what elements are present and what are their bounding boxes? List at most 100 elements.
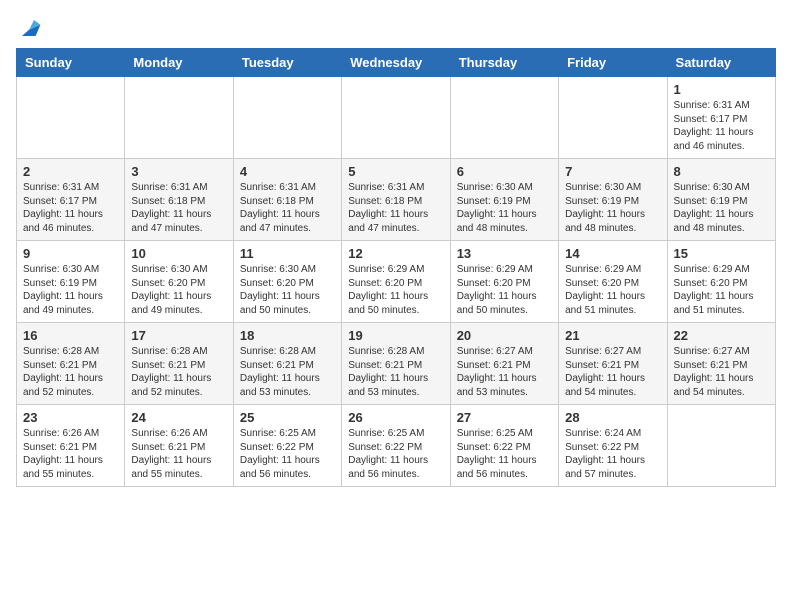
- calendar-cell: 19 Sunrise: 6:28 AM Sunset: 6:21 PM Dayli…: [342, 323, 450, 405]
- calendar-cell: [450, 77, 558, 159]
- day-number: 14: [565, 246, 660, 261]
- week-row-5: 23 Sunrise: 6:26 AM Sunset: 6:21 PM Dayli…: [17, 405, 776, 487]
- day-info: Sunrise: 6:30 AM Sunset: 6:19 PM Dayligh…: [674, 181, 769, 235]
- calendar-cell: 7 Sunrise: 6:30 AM Sunset: 6:19 PM Daylig…: [559, 159, 667, 241]
- day-info: Sunrise: 6:31 AM Sunset: 6:18 PM Dayligh…: [348, 181, 443, 235]
- calendar-cell: 24 Sunrise: 6:26 AM Sunset: 6:21 PM Dayli…: [125, 405, 233, 487]
- day-number: 25: [240, 410, 335, 425]
- day-info: Sunrise: 6:28 AM Sunset: 6:21 PM Dayligh…: [348, 345, 443, 399]
- calendar-cell: 11 Sunrise: 6:30 AM Sunset: 6:20 PM Dayli…: [233, 241, 341, 323]
- day-info: Sunrise: 6:31 AM Sunset: 6:18 PM Dayligh…: [131, 181, 226, 235]
- calendar-cell: [125, 77, 233, 159]
- day-number: 7: [565, 164, 660, 179]
- day-number: 21: [565, 328, 660, 343]
- day-info: Sunrise: 6:31 AM Sunset: 6:18 PM Dayligh…: [240, 181, 335, 235]
- calendar-cell: 4 Sunrise: 6:31 AM Sunset: 6:18 PM Daylig…: [233, 159, 341, 241]
- calendar-cell: 26 Sunrise: 6:25 AM Sunset: 6:22 PM Dayli…: [342, 405, 450, 487]
- day-info: Sunrise: 6:30 AM Sunset: 6:20 PM Dayligh…: [240, 263, 335, 317]
- day-number: 8: [674, 164, 769, 179]
- day-number: 3: [131, 164, 226, 179]
- calendar-cell: 8 Sunrise: 6:30 AM Sunset: 6:19 PM Daylig…: [667, 159, 775, 241]
- weekday-header-friday: Friday: [559, 49, 667, 77]
- day-info: Sunrise: 6:26 AM Sunset: 6:21 PM Dayligh…: [131, 427, 226, 481]
- calendar-cell: 2 Sunrise: 6:31 AM Sunset: 6:17 PM Daylig…: [17, 159, 125, 241]
- day-number: 4: [240, 164, 335, 179]
- day-info: Sunrise: 6:27 AM Sunset: 6:21 PM Dayligh…: [674, 345, 769, 399]
- weekday-header-wednesday: Wednesday: [342, 49, 450, 77]
- calendar-cell: 21 Sunrise: 6:27 AM Sunset: 6:21 PM Dayli…: [559, 323, 667, 405]
- day-number: 9: [23, 246, 118, 261]
- day-info: Sunrise: 6:31 AM Sunset: 6:17 PM Dayligh…: [23, 181, 118, 235]
- day-info: Sunrise: 6:25 AM Sunset: 6:22 PM Dayligh…: [457, 427, 552, 481]
- calendar-cell: 5 Sunrise: 6:31 AM Sunset: 6:18 PM Daylig…: [342, 159, 450, 241]
- day-info: Sunrise: 6:30 AM Sunset: 6:20 PM Dayligh…: [131, 263, 226, 317]
- day-number: 20: [457, 328, 552, 343]
- day-number: 18: [240, 328, 335, 343]
- day-info: Sunrise: 6:28 AM Sunset: 6:21 PM Dayligh…: [131, 345, 226, 399]
- calendar-cell: 9 Sunrise: 6:30 AM Sunset: 6:19 PM Daylig…: [17, 241, 125, 323]
- day-number: 26: [348, 410, 443, 425]
- logo-icon: [18, 16, 42, 40]
- calendar-cell: 10Sunrise: 6:30 AM Sunset: 6:20 PM Dayli…: [125, 241, 233, 323]
- week-row-1: 1 Sunrise: 6:31 AM Sunset: 6:17 PM Daylig…: [17, 77, 776, 159]
- day-info: Sunrise: 6:29 AM Sunset: 6:20 PM Dayligh…: [348, 263, 443, 317]
- calendar-cell: 12 Sunrise: 6:29 AM Sunset: 6:20 PM Dayli…: [342, 241, 450, 323]
- day-number: 16: [23, 328, 118, 343]
- weekday-header-sunday: Sunday: [17, 49, 125, 77]
- page-header: [16, 16, 776, 40]
- day-number: 27: [457, 410, 552, 425]
- calendar-cell: 13Sunrise: 6:29 AM Sunset: 6:20 PM Dayli…: [450, 241, 558, 323]
- calendar-cell: 3 Sunrise: 6:31 AM Sunset: 6:18 PM Daylig…: [125, 159, 233, 241]
- calendar-cell: [667, 405, 775, 487]
- calendar-cell: 18 Sunrise: 6:28 AM Sunset: 6:21 PM Dayli…: [233, 323, 341, 405]
- day-info: Sunrise: 6:28 AM Sunset: 6:21 PM Dayligh…: [240, 345, 335, 399]
- weekday-header-tuesday: Tuesday: [233, 49, 341, 77]
- day-number: 23: [23, 410, 118, 425]
- calendar-cell: [17, 77, 125, 159]
- day-info: Sunrise: 6:27 AM Sunset: 6:21 PM Dayligh…: [457, 345, 552, 399]
- day-info: Sunrise: 6:29 AM Sunset: 6:20 PM Dayligh…: [457, 263, 552, 317]
- calendar-cell: 25 Sunrise: 6:25 AM Sunset: 6:22 PM Dayli…: [233, 405, 341, 487]
- day-info: Sunrise: 6:30 AM Sunset: 6:19 PM Dayligh…: [457, 181, 552, 235]
- calendar-cell: 28Sunrise: 6:24 AM Sunset: 6:22 PM Dayli…: [559, 405, 667, 487]
- calendar-cell: 17 Sunrise: 6:28 AM Sunset: 6:21 PM Dayli…: [125, 323, 233, 405]
- day-info: Sunrise: 6:26 AM Sunset: 6:21 PM Dayligh…: [23, 427, 118, 481]
- day-info: Sunrise: 6:29 AM Sunset: 6:20 PM Dayligh…: [565, 263, 660, 317]
- day-number: 2: [23, 164, 118, 179]
- calendar-cell: [559, 77, 667, 159]
- day-info: Sunrise: 6:28 AM Sunset: 6:21 PM Dayligh…: [23, 345, 118, 399]
- week-row-2: 2 Sunrise: 6:31 AM Sunset: 6:17 PM Daylig…: [17, 159, 776, 241]
- day-info: Sunrise: 6:30 AM Sunset: 6:19 PM Dayligh…: [565, 181, 660, 235]
- day-info: Sunrise: 6:25 AM Sunset: 6:22 PM Dayligh…: [240, 427, 335, 481]
- calendar-cell: 14 Sunrise: 6:29 AM Sunset: 6:20 PM Dayli…: [559, 241, 667, 323]
- calendar-cell: 20 Sunrise: 6:27 AM Sunset: 6:21 PM Dayli…: [450, 323, 558, 405]
- day-number: 1: [674, 82, 769, 97]
- week-row-4: 16 Sunrise: 6:28 AM Sunset: 6:21 PM Dayli…: [17, 323, 776, 405]
- logo: [16, 16, 42, 40]
- day-info: Sunrise: 6:27 AM Sunset: 6:21 PM Dayligh…: [565, 345, 660, 399]
- calendar-cell: 16 Sunrise: 6:28 AM Sunset: 6:21 PM Dayli…: [17, 323, 125, 405]
- weekday-header-monday: Monday: [125, 49, 233, 77]
- weekday-header-row: SundayMondayTuesdayWednesdayThursdayFrid…: [17, 49, 776, 77]
- calendar-cell: 27 Sunrise: 6:25 AM Sunset: 6:22 PM Dayli…: [450, 405, 558, 487]
- day-number: 11: [240, 246, 335, 261]
- day-number: 12: [348, 246, 443, 261]
- calendar-cell: 15Sunrise: 6:29 AM Sunset: 6:20 PM Dayli…: [667, 241, 775, 323]
- day-number: 6: [457, 164, 552, 179]
- weekday-header-thursday: Thursday: [450, 49, 558, 77]
- day-number: 19: [348, 328, 443, 343]
- day-number: 24: [131, 410, 226, 425]
- calendar-cell: 1 Sunrise: 6:31 AM Sunset: 6:17 PM Daylig…: [667, 77, 775, 159]
- day-number: 5: [348, 164, 443, 179]
- day-number: 17: [131, 328, 226, 343]
- calendar-cell: 6 Sunrise: 6:30 AM Sunset: 6:19 PM Daylig…: [450, 159, 558, 241]
- day-number: 22: [674, 328, 769, 343]
- week-row-3: 9 Sunrise: 6:30 AM Sunset: 6:19 PM Daylig…: [17, 241, 776, 323]
- calendar-cell: [233, 77, 341, 159]
- day-info: Sunrise: 6:30 AM Sunset: 6:19 PM Dayligh…: [23, 263, 118, 317]
- day-info: Sunrise: 6:25 AM Sunset: 6:22 PM Dayligh…: [348, 427, 443, 481]
- calendar-table: SundayMondayTuesdayWednesdayThursdayFrid…: [16, 48, 776, 487]
- day-info: Sunrise: 6:31 AM Sunset: 6:17 PM Dayligh…: [674, 99, 769, 153]
- day-info: Sunrise: 6:24 AM Sunset: 6:22 PM Dayligh…: [565, 427, 660, 481]
- day-number: 15: [674, 246, 769, 261]
